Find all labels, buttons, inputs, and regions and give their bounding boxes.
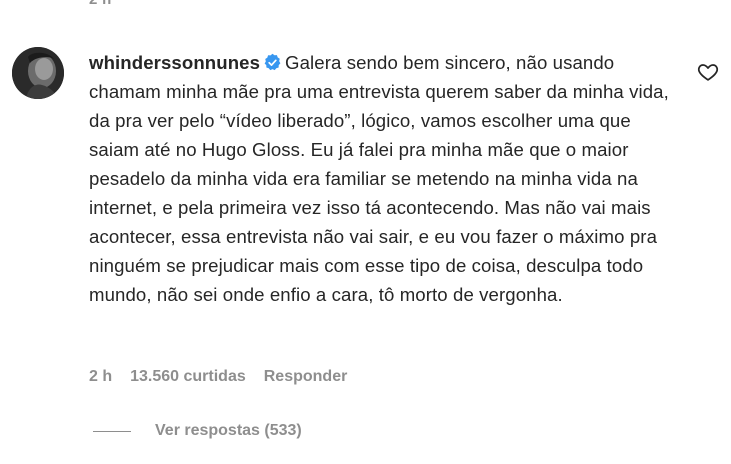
like-heart-icon[interactable] [697, 61, 719, 83]
likes-count[interactable]: 13.560 curtidas [130, 368, 246, 386]
comment-text: Galera sendo bem sincero, não usando cha… [89, 52, 669, 305]
avatar[interactable] [12, 47, 64, 99]
replies-divider-line [93, 430, 131, 432]
reply-button[interactable]: Responder [264, 368, 348, 386]
view-replies-button[interactable]: Ver respostas (533) [93, 422, 302, 440]
username-link[interactable]: whinderssonnunes [89, 52, 260, 73]
heart-icon [697, 64, 719, 81]
comment: whinderssonnunes Galera sendo bem sincero… [0, 0, 731, 464]
avatar-image [12, 47, 64, 99]
comment-body: whinderssonnunes Galera sendo bem sincero… [89, 48, 679, 309]
comment-time[interactable]: 2 h [89, 368, 112, 386]
comment-meta: 2 h 13.560 curtidas Responder [89, 368, 347, 386]
view-replies-label: Ver respostas (533) [155, 422, 302, 439]
verified-badge-icon [264, 53, 281, 71]
